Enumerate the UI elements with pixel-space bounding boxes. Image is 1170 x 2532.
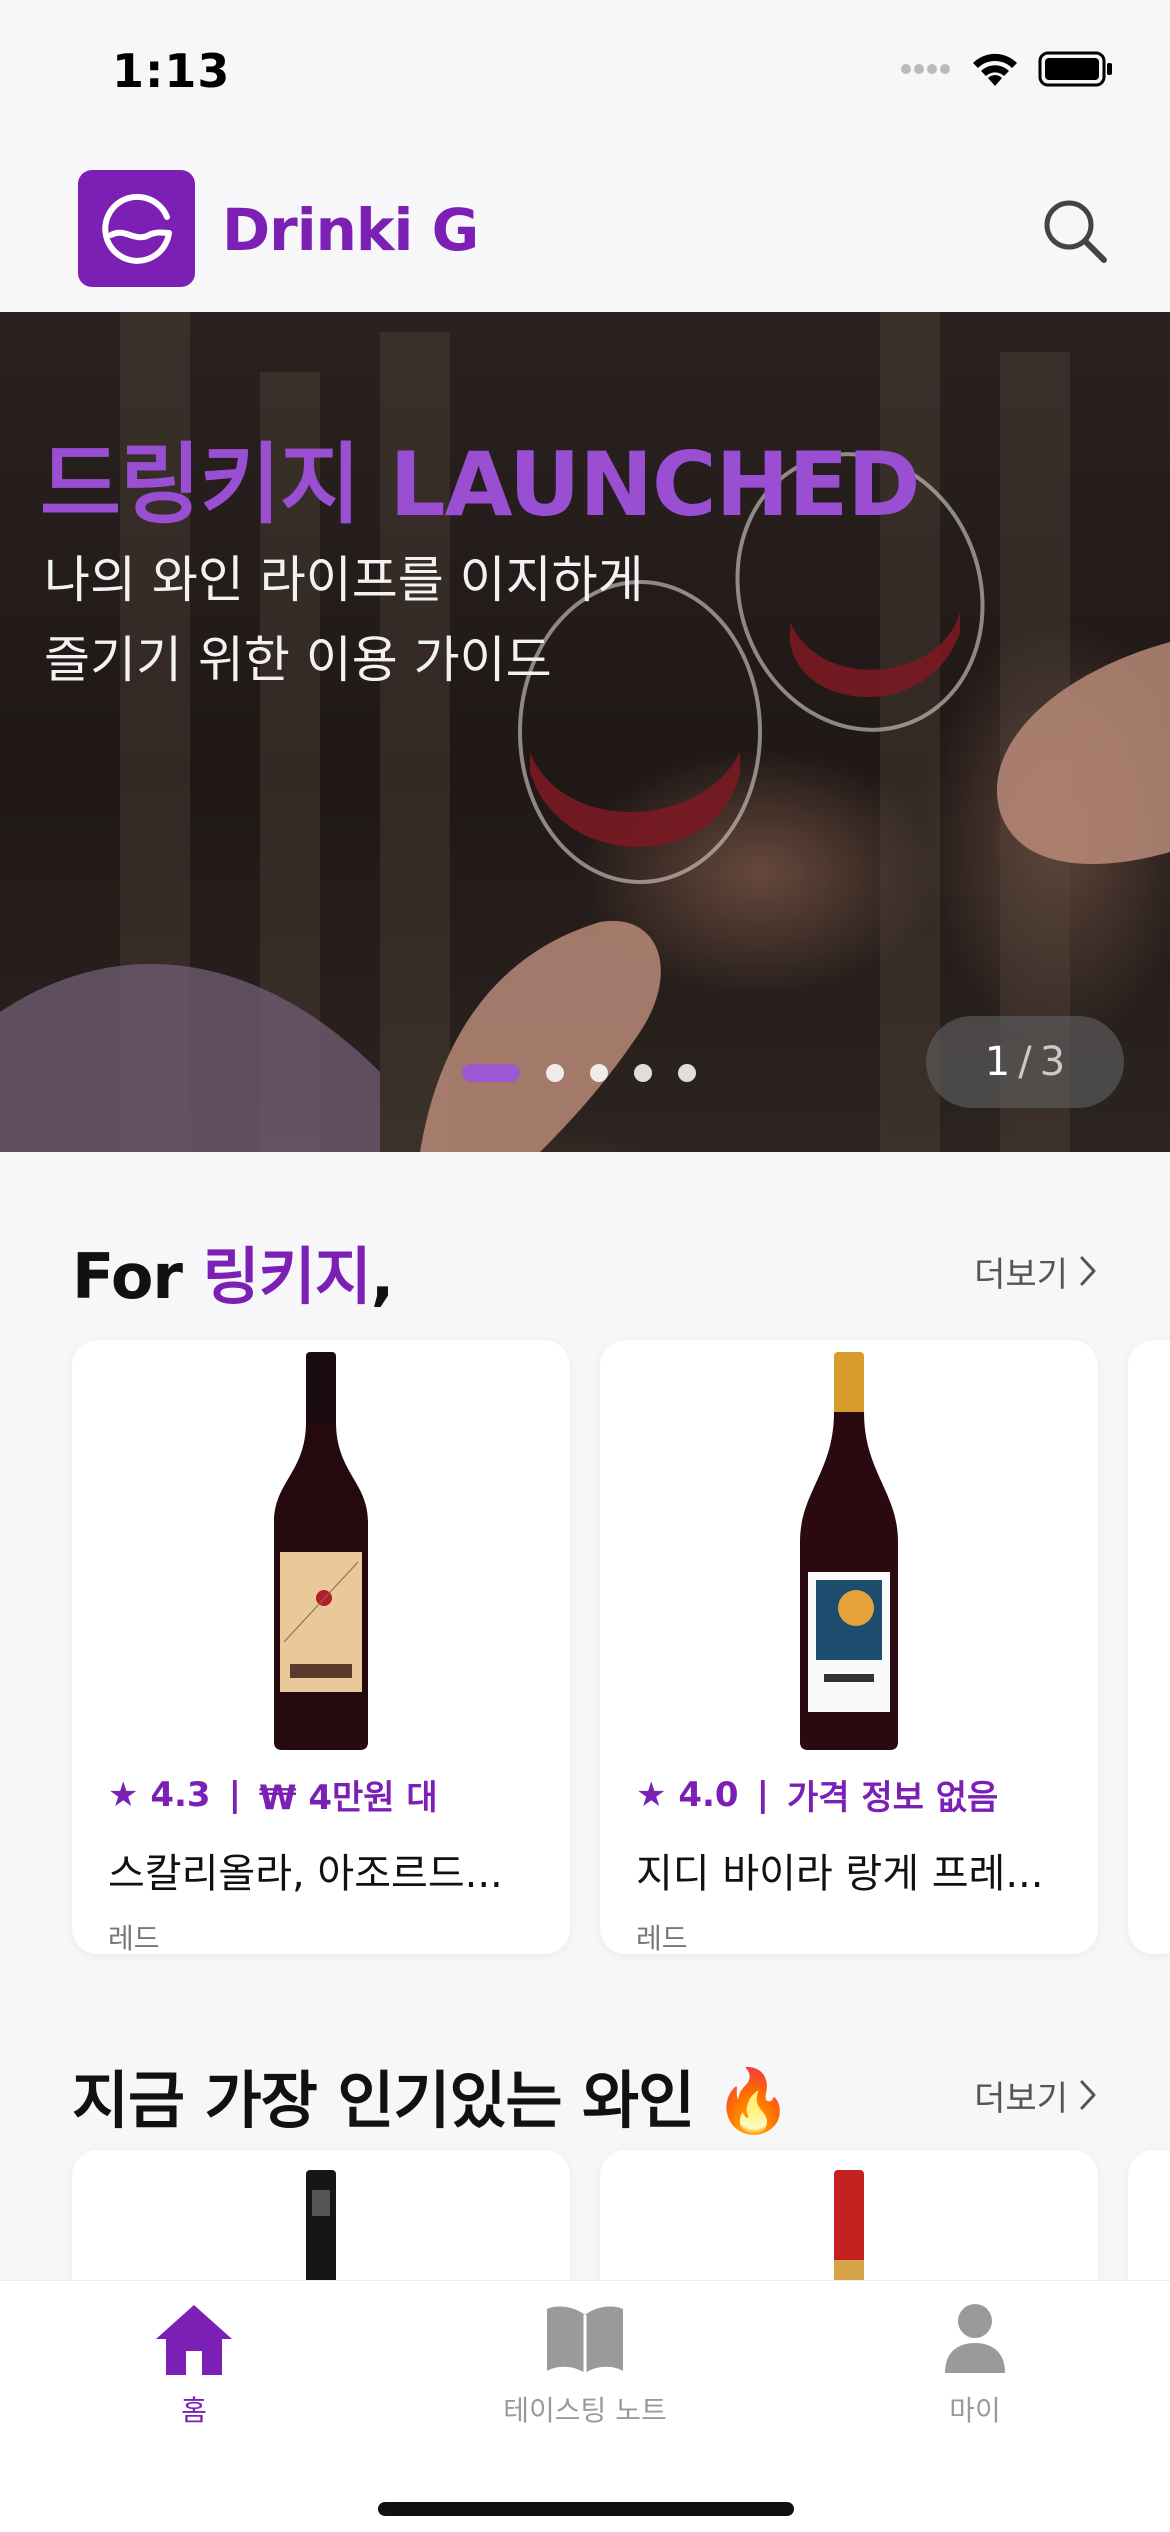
popular-more-link[interactable]: 더보기 — [974, 2071, 1098, 2120]
banner-counter: 1 / 3 — [926, 1016, 1124, 1108]
wine-rating-price: ★ 4.0 | 가격 정보 없음 — [636, 1770, 1062, 1819]
popular-section-header: 지금 가장 인기있는 와인 🔥 더보기 — [72, 2050, 1098, 2140]
title-prefix: For — [72, 1240, 203, 1313]
pagination-dot[interactable] — [590, 1064, 608, 1082]
chevron-right-icon — [1080, 2080, 1096, 2110]
app-name: Drinki G — [222, 196, 479, 264]
tab-label: 테이스팅 노트 — [503, 2394, 667, 2427]
wine-name: 스칼리올라, 아조르드... — [108, 1851, 503, 1897]
app-logo — [78, 170, 195, 287]
wine-rating: ★ 4.0 — [636, 1774, 739, 1815]
wine-bottle-icon — [306, 2170, 336, 2290]
tab-home[interactable]: 홈 — [44, 2301, 344, 2429]
banner-pagination-dots[interactable] — [462, 1064, 696, 1082]
popular-section-title: 지금 가장 인기있는 와인 🔥 — [72, 2064, 792, 2137]
home-indicator — [378, 2502, 794, 2516]
banner-subtitle-line-2: 즐기기 위한 이용 가이드 — [44, 631, 552, 689]
battery-icon — [1038, 51, 1112, 87]
banner-title: 드링키지 LAUNCHED — [40, 433, 920, 536]
chevron-right-icon — [1080, 1256, 1096, 1286]
app-header: Drinki G — [0, 150, 1170, 312]
user-name: 링키지 — [202, 1240, 372, 1313]
wine-type: 레드 — [108, 1922, 160, 1955]
recommend-section-header: For 링키지, 더보기 — [72, 1226, 1098, 1316]
pagination-dot[interactable] — [678, 1064, 696, 1082]
wine-image — [72, 2150, 570, 2290]
logo-icon — [101, 193, 172, 264]
wine-image — [600, 1340, 1098, 1760]
banner-counter-total: 3 — [1039, 1039, 1066, 1085]
wine-card[interactable]: ★ 4.3 | ₩ 4만원 대 스칼리올라, 아조르드... 레드 — [72, 1340, 570, 1955]
pagination-dot[interactable] — [546, 1064, 564, 1082]
banner-subtitle-line-1: 나의 와인 라이프를 이지하게 — [44, 551, 644, 609]
title-suffix: , — [370, 1240, 395, 1313]
recommend-card-row: ★ 4.3 | ₩ 4만원 대 스칼리올라, 아조르드... 레드 ★ 4.0 … — [72, 1340, 1170, 1955]
wine-image — [600, 2150, 1098, 2290]
wine-card[interactable]: ★ 4.0 | 가격 정보 없음 지디 바이라 랑게 프레... 레드 — [600, 1340, 1098, 1955]
status-time: 1:13 — [112, 44, 231, 98]
wine-image — [72, 1340, 570, 1760]
wine-rating-price: ★ 4.3 | ₩ 4만원 대 — [108, 1770, 534, 1819]
more-label: 더보기 — [974, 2078, 1068, 2119]
banner-subtitle: 나의 와인 라이프를 이지하게 즐기기 위한 이용 가이드 — [44, 540, 644, 700]
status-bar: 1:13 — [0, 0, 1170, 150]
recommend-more-link[interactable]: 더보기 — [974, 1247, 1098, 1296]
tab-label: 홈 — [181, 2394, 207, 2427]
search-button[interactable] — [1040, 196, 1110, 266]
wifi-icon — [973, 53, 1017, 86]
banner-counter-current: 1 — [984, 1039, 1011, 1085]
more-label: 더보기 — [974, 1254, 1068, 1295]
wine-card-peek[interactable] — [1128, 1340, 1170, 1954]
tab-bar: 홈 테이스팅 노트 마이 — [0, 2280, 1170, 2532]
status-icons — [900, 50, 1114, 88]
pagination-dot[interactable] — [462, 1064, 520, 1082]
wine-bottle-icon — [800, 1352, 898, 1750]
tab-tasting-note[interactable]: 테이스팅 노트 — [435, 2301, 735, 2429]
wine-price: 가격 정보 없음 — [786, 1778, 999, 1818]
pagination-dot[interactable] — [634, 1064, 652, 1082]
wine-price: ₩ 4만원 대 — [258, 1778, 438, 1818]
promo-banner[interactable]: 드링키지 LAUNCHED 나의 와인 라이프를 이지하게 즐기기 위한 이용 … — [0, 312, 1170, 1152]
banner-counter-separator: / — [1018, 1039, 1032, 1085]
wine-type: 레드 — [636, 1922, 688, 1955]
wine-name: 지디 바이라 랑게 프레... — [636, 1851, 1044, 1897]
home-icon — [156, 2305, 232, 2375]
tab-label: 마이 — [949, 2394, 1001, 2427]
book-icon — [547, 2306, 623, 2373]
recommend-section-title: For 링키지, — [72, 1226, 395, 1316]
rating-separator: | — [228, 1774, 241, 1815]
wine-bottle-icon — [834, 2170, 864, 2290]
rating-separator: | — [756, 1774, 769, 1815]
wine-rating: ★ 4.3 — [108, 1774, 211, 1815]
person-icon — [945, 2304, 1005, 2373]
wine-bottle-icon — [274, 1352, 368, 1750]
search-icon — [1044, 200, 1107, 263]
tab-my[interactable]: 마이 — [825, 2301, 1125, 2429]
signal-icon — [901, 64, 950, 74]
